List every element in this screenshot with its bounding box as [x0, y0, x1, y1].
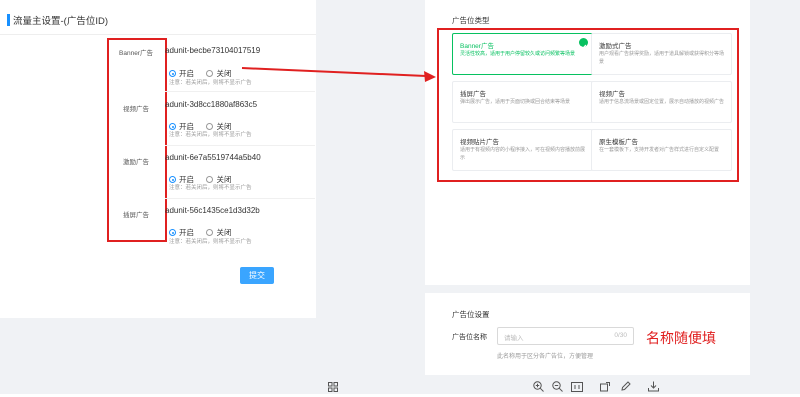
rotate-icon[interactable] — [600, 379, 611, 397]
input-placeholder: 请输入 — [504, 335, 524, 342]
ad-type-label: 插屏广告 — [123, 212, 149, 219]
title-divider — [0, 34, 316, 35]
radio-off[interactable] — [206, 229, 214, 237]
ad-type-label: 视频广告 — [123, 106, 149, 113]
ad-unit-id: adunit-6e7a5519744a5b40 — [165, 153, 261, 162]
name-hint: 此名称用于区分各广告位，方便管理 — [497, 354, 594, 360]
radio-on[interactable] — [169, 70, 176, 78]
radio-off-label: 关闭 — [216, 69, 232, 79]
radio-off[interactable] — [206, 70, 214, 78]
ad-unit-id: adunit-3d8cc1880af863c5 — [165, 100, 258, 109]
ad-unit-id: adunit-56c1435ce1d3d32b — [165, 206, 260, 215]
row-divider — [165, 198, 315, 199]
download-icon[interactable] — [648, 379, 659, 397]
settings-section-title: 广告位设置 — [452, 310, 490, 319]
page-title: 流量主设置-(广告位ID) — [13, 16, 108, 27]
radio-off-label: 关闭 — [216, 228, 232, 238]
zoom-in-icon[interactable] — [533, 379, 544, 397]
title-accent-bar — [7, 14, 10, 26]
edit-icon[interactable] — [620, 379, 631, 397]
row-divider — [165, 145, 315, 146]
ad-type-label: 激励广告 — [123, 159, 149, 166]
radio-on[interactable] — [169, 229, 176, 237]
zoom-out-icon[interactable] — [552, 379, 563, 397]
ad-unit-name-input[interactable]: 请输入 0/30 — [497, 327, 634, 345]
submit-button[interactable]: 提交 — [240, 267, 274, 284]
ad-unit-id: adunit-becbe73104017519 — [165, 46, 261, 55]
name-field-label: 广告位名称 — [452, 334, 487, 341]
ad-note: 注意：若关闭后，则将不显示广告 — [169, 185, 252, 191]
grid-icon[interactable] — [328, 379, 338, 397]
ad-type-options-highlight-box — [437, 28, 739, 182]
left-panel-footer-bg — [0, 318, 316, 394]
ad-type-label: Banner广告 — [119, 50, 153, 57]
ad-note: 注意：若关闭后，则将不显示广告 — [169, 239, 252, 245]
annotation-text: 名称随便填 — [646, 330, 716, 346]
annotation-arrow — [241, 67, 436, 82]
ad-type-section-title: 广告位类型 — [452, 16, 490, 25]
radio-on-label: 开启 — [179, 228, 194, 238]
ad-note: 注意：若关闭后，则将不显示广告 — [169, 132, 252, 138]
radio-on-label: 开启 — [179, 69, 194, 79]
char-count: 0/30 — [614, 332, 627, 339]
actual-size-icon[interactable] — [571, 379, 583, 397]
